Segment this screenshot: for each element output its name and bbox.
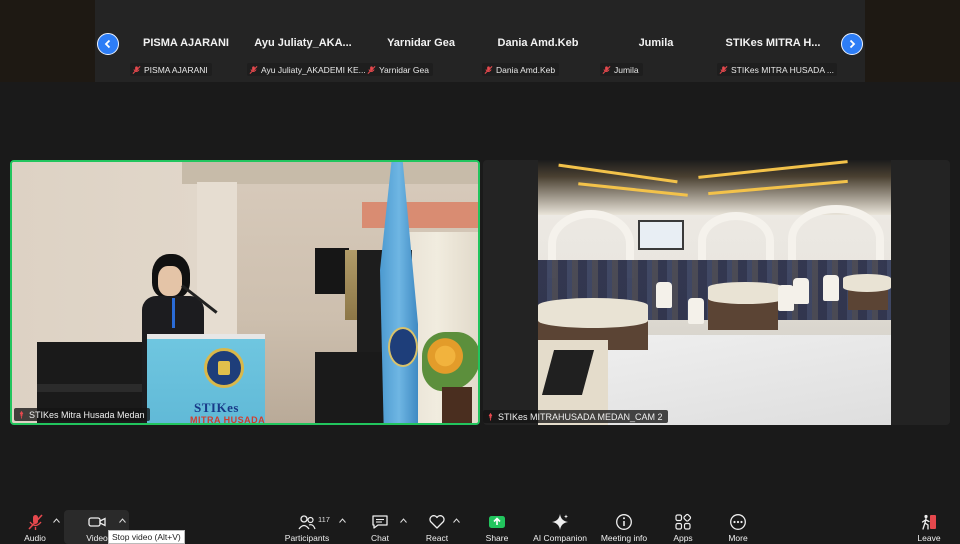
- participants-count: 117: [318, 515, 330, 524]
- more-icon: [730, 513, 746, 530]
- apps-label: Apps: [673, 533, 693, 543]
- video-label: Video: [86, 533, 108, 543]
- meeting-info-button[interactable]: Meeting info: [598, 507, 650, 544]
- chat-options-caret[interactable]: [398, 515, 408, 525]
- info-icon: [616, 513, 632, 530]
- chevron-up-icon: [52, 517, 60, 523]
- pin-icon: [488, 412, 493, 421]
- participants-icon: [298, 514, 316, 529]
- scene-flag-emblem: [388, 327, 418, 367]
- chevron-up-icon: [118, 517, 126, 523]
- chevron-up-icon: [338, 517, 346, 523]
- thumbnail-tag: Dania Amd.Keb: [482, 63, 560, 76]
- video-options-caret[interactable]: [117, 515, 127, 525]
- scene-podium-logo: [204, 348, 244, 388]
- thumbnail-tag: Yarnidar Gea: [365, 63, 433, 76]
- thumbnail-name[interactable]: Ayu Juliaty_AKA...: [247, 37, 359, 49]
- audio-button[interactable]: Audio: [20, 507, 50, 544]
- scene-speaker-low: [315, 352, 385, 423]
- podium-text: STIKes: [194, 400, 239, 415]
- leave-icon: [921, 514, 936, 530]
- video-tile-label-text: STIKes MITRAHUSADA MEDAN_CAM 2: [498, 411, 663, 422]
- mic-off-icon: [719, 65, 728, 74]
- scene-bulkhead: [362, 202, 478, 228]
- scene-flowers: [422, 332, 478, 392]
- more-label: More: [728, 533, 748, 543]
- thumbnail-tag-label: Dania Amd.Keb: [496, 64, 556, 75]
- video-tile-label-text: STIKes Mitra Husada Medan: [29, 409, 145, 420]
- leave-label: Leave: [917, 533, 941, 543]
- scene-piano-keys: [37, 384, 152, 392]
- chat-button[interactable]: Chat: [364, 507, 396, 544]
- video-tile-label: STIKes MITRAHUSADA MEDAN_CAM 2: [483, 410, 668, 423]
- thumbnail-name[interactable]: PISMA AJARANI: [130, 37, 242, 49]
- mic-off-icon: [367, 65, 376, 74]
- chevron-up-icon: [452, 517, 460, 523]
- thumbnail-tag: STIKes MITRA HUSADA ...: [717, 63, 837, 76]
- participants-button[interactable]: Participants: [284, 507, 330, 544]
- thumbnail-name[interactable]: Jumila: [600, 37, 712, 49]
- scene-hall: [538, 160, 891, 425]
- video-tile-label: STIKes Mitra Husada Medan: [14, 408, 150, 421]
- mic-off-icon: [249, 65, 258, 74]
- react-options-caret[interactable]: [451, 515, 461, 525]
- thumbnail-tag-label: PISMA AJARANI: [144, 64, 208, 75]
- video-tile-camera2[interactable]: STIKes MITRAHUSADA MEDAN_CAM 2: [483, 160, 950, 425]
- mic-muted-icon: [28, 513, 43, 530]
- mic-off-icon: [132, 65, 141, 74]
- thumbnail-name[interactable]: Yarnidar Gea: [365, 37, 477, 49]
- thumbnail-tag: Jumila: [600, 63, 643, 76]
- heart-icon: [429, 514, 445, 529]
- scene-banner: [345, 250, 357, 320]
- audio-label: Audio: [24, 533, 46, 543]
- apps-button[interactable]: Apps: [668, 507, 698, 544]
- video-camera-icon: [88, 516, 106, 527]
- meeting-info-label: Meeting info: [600, 533, 648, 543]
- apps-icon: [675, 513, 692, 530]
- leave-button[interactable]: Leave: [914, 507, 944, 544]
- chat-icon: [372, 514, 388, 529]
- pin-icon: [19, 410, 24, 419]
- scene-ceiling: [182, 162, 478, 184]
- mic-off-icon: [602, 65, 611, 74]
- chevron-up-icon: [399, 517, 407, 523]
- ai-companion-label: AI Companion: [533, 533, 587, 543]
- share-label: Share: [485, 533, 509, 543]
- react-button[interactable]: React: [422, 507, 452, 544]
- audio-options-caret[interactable]: [51, 515, 61, 525]
- thumbnail-tag-label: Jumila: [614, 64, 639, 75]
- podium-subtext: MITRA HUSADA: [190, 415, 266, 425]
- participants-options-caret[interactable]: [337, 515, 347, 525]
- share-button[interactable]: Share: [482, 507, 512, 544]
- mic-off-icon: [484, 65, 493, 74]
- thumbnail-tag-label: Yarnidar Gea: [379, 64, 429, 75]
- participants-label: Participants: [284, 533, 330, 543]
- scene-projector-screen: [638, 220, 684, 250]
- participant-strip: PISMA AJARANI Ayu Juliaty_AKA... Yarnida…: [0, 0, 960, 82]
- ai-companion-button[interactable]: AI Companion: [530, 507, 590, 544]
- share-arrow-icon: [489, 515, 505, 528]
- thumbnail-tag-label: STIKes MITRA HUSADA ...: [731, 64, 834, 75]
- thumbnail-tag: PISMA AJARANI: [130, 63, 212, 76]
- chat-label: Chat: [371, 533, 389, 543]
- scene-flower-pot: [442, 387, 472, 423]
- thumbnail-name[interactable]: Dania Amd.Keb: [482, 37, 594, 49]
- chevron-left-icon[interactable]: [97, 33, 119, 55]
- video-tooltip: Stop video (Alt+V): [108, 530, 185, 544]
- thumbnail-tag-label: Ayu Juliaty_AKADEMI KE...: [261, 64, 366, 75]
- video-tile-speaker[interactable]: STIKes MITRA HUSADA STIKes Mitra Husada …: [10, 160, 480, 425]
- thumbnail-name[interactable]: STIKes MITRA H...: [717, 37, 829, 49]
- sparkle-icon: [552, 513, 568, 530]
- react-label: React: [425, 533, 449, 543]
- more-button[interactable]: More: [723, 507, 753, 544]
- scene-speaker-box: [315, 248, 349, 294]
- chevron-right-icon[interactable]: [841, 33, 863, 55]
- thumbnail-tag: Ayu Juliaty_AKADEMI KE...: [247, 63, 367, 76]
